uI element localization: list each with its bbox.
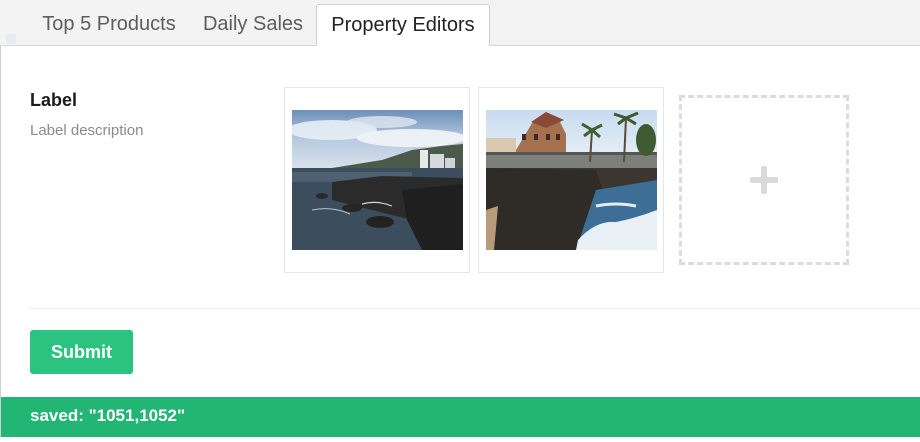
tab-bar: Top 5 Products Daily Sales Property Edit… [0,0,920,46]
tab-daily-sales[interactable]: Daily Sales [193,4,313,44]
media-item-2[interactable] [478,87,664,273]
media-item-1[interactable] [284,87,470,273]
tab-property-editors[interactable]: Property Editors [316,4,490,46]
add-media-button[interactable] [679,95,849,265]
editor-panel: Label Label description Submit [0,46,920,397]
submit-button[interactable]: Submit [30,330,133,374]
status-text: saved: "1051,1052" [30,406,186,425]
status-bar: saved: "1051,1052" [0,397,920,437]
coast-town-photo [292,110,463,250]
coast-building-photo [486,110,657,250]
property-description: Label description [30,122,144,139]
property-label: Label [30,90,78,110]
form-divider [30,308,920,309]
plus-icon-stem [761,166,767,194]
tab-top-5-products[interactable]: Top 5 Products [29,4,189,44]
tab-bar-marker [6,34,16,44]
